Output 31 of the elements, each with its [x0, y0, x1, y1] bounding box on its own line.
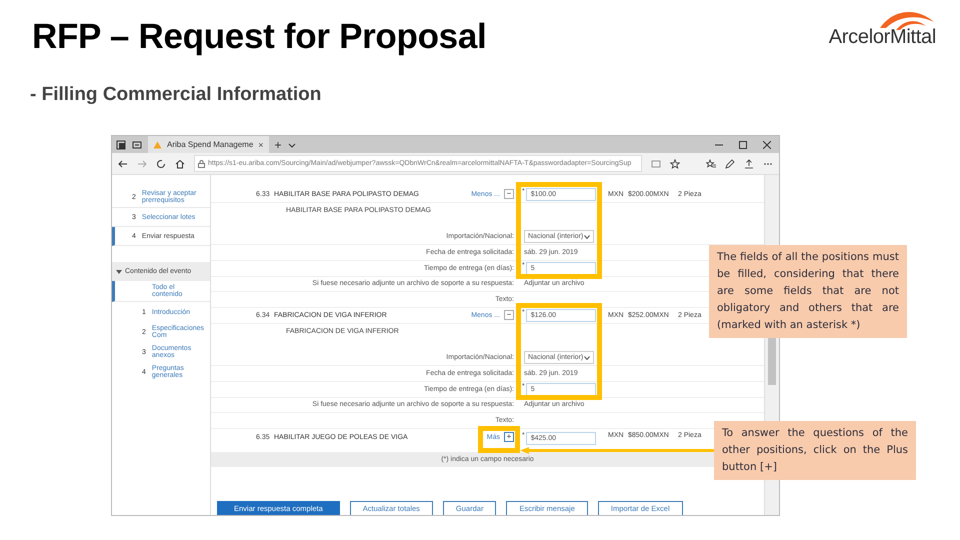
triangle-icon — [153, 140, 162, 148]
reading-view-icon[interactable] — [651, 158, 661, 168]
star-icon[interactable] — [670, 158, 680, 168]
refresh-icon[interactable] — [156, 158, 166, 168]
caret-icon — [116, 268, 122, 274]
pen-icon[interactable] — [725, 158, 735, 168]
tab-preview-icon[interactable] — [116, 140, 126, 150]
tab-title: Ariba Spend Manageme — [167, 140, 254, 149]
maximize-icon[interactable] — [739, 140, 747, 148]
chevron-down-icon[interactable] — [288, 140, 296, 148]
browser-tab[interactable]: Ariba Spend Manageme × — [148, 136, 269, 153]
chevron-down-icon — [584, 356, 590, 360]
back-icon[interactable] — [118, 158, 128, 168]
company-logo-text: ArcelorMittal — [828, 26, 936, 49]
toggle-button[interactable]: − — [504, 189, 514, 200]
close-icon[interactable] — [763, 140, 771, 148]
slide-title: RFP – Request for Proposal — [32, 17, 486, 57]
tab-list-icon[interactable] — [132, 140, 142, 150]
favorites-icon[interactable] — [706, 158, 716, 168]
share-icon[interactable] — [744, 158, 754, 168]
highlight-frame — [478, 426, 520, 453]
tab-close-button[interactable]: × — [258, 140, 264, 150]
slide-subtitle: - Filling Commercial Information — [30, 84, 322, 106]
toggle-button[interactable]: − — [504, 310, 514, 320]
chevron-down-icon — [584, 234, 590, 238]
toggle-button[interactable]: + — [504, 432, 514, 442]
callout-note: To answer the questions of the other positions, click on the Plus button [+] — [714, 421, 916, 480]
callout-note: The fields of all the positions must be filled, considering that there are some fields that are not obligatory and others that are (marked with an asterisk *) — [709, 245, 907, 338]
new-tab-button[interactable]: + — [274, 138, 282, 150]
home-icon[interactable] — [175, 158, 185, 168]
lock-icon — [198, 160, 205, 168]
